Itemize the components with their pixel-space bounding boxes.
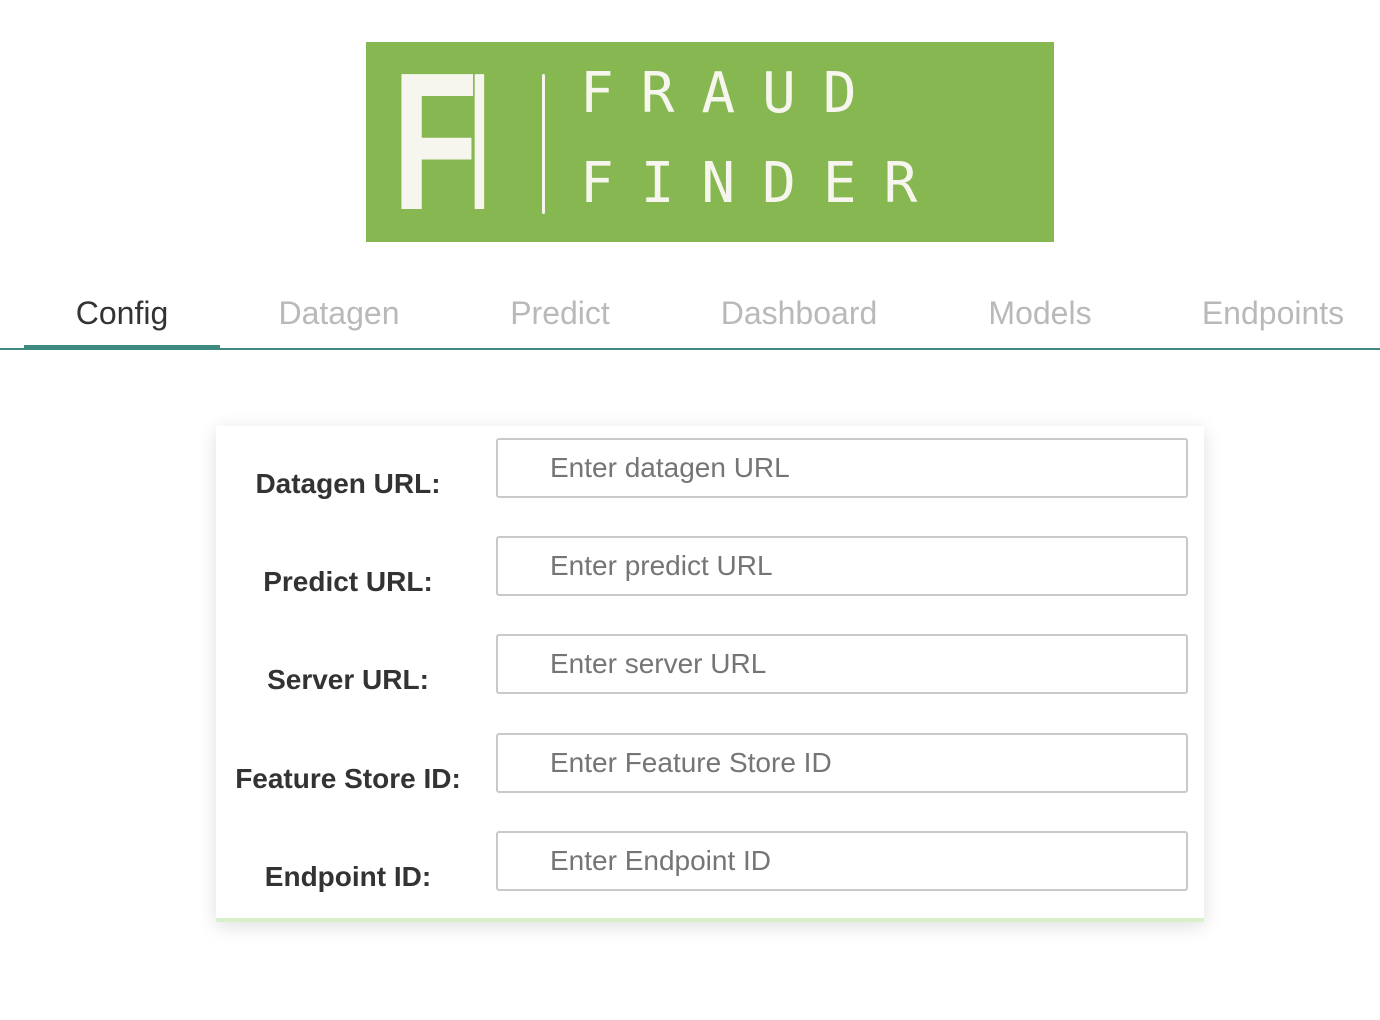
datagen-url-label: Datagen URL: [255,468,441,499]
logo-divider [542,74,545,214]
form-row-endpoint-id: Endpoint ID: [216,831,1204,892]
endpoint-id-input[interactable] [496,831,1188,891]
tab-datagen[interactable]: Datagen [240,278,438,348]
tab-config[interactable]: Config [24,278,220,350]
feature-store-id-label: Feature Store ID: [235,763,461,794]
predict-url-label: Predict URL: [263,566,433,597]
fraud-finder-logo: FF FRAUD FINDER [366,42,1054,242]
feature-store-id-input[interactable] [496,733,1188,793]
server-url-label: Server URL: [267,664,429,695]
predict-url-input[interactable] [496,536,1188,596]
tab-predict[interactable]: Predict [460,278,660,348]
tab-dashboard[interactable]: Dashboard [690,278,908,348]
form-row-datagen-url: Datagen URL: [216,438,1204,499]
datagen-url-input[interactable] [496,438,1188,498]
tab-models[interactable]: Models [940,278,1140,348]
form-row-server-url: Server URL: [216,634,1204,695]
server-url-input[interactable] [496,634,1188,694]
logo-line-finder: FINDER [580,151,945,216]
main-tabs: Config Datagen Predict Dashboard Models … [0,278,1380,350]
logo-line-fraud: FRAUD [580,61,884,126]
form-row-predict-url: Predict URL: [216,536,1204,597]
config-form-card: Datagen URL: Predict URL: Server URL: Fe… [216,426,1204,922]
logo-mark: FF [392,56,484,228]
tab-endpoints[interactable]: Endpoints [1170,278,1376,348]
endpoint-id-label: Endpoint ID: [264,861,432,892]
form-row-feature-store-id: Feature Store ID: [216,733,1204,794]
